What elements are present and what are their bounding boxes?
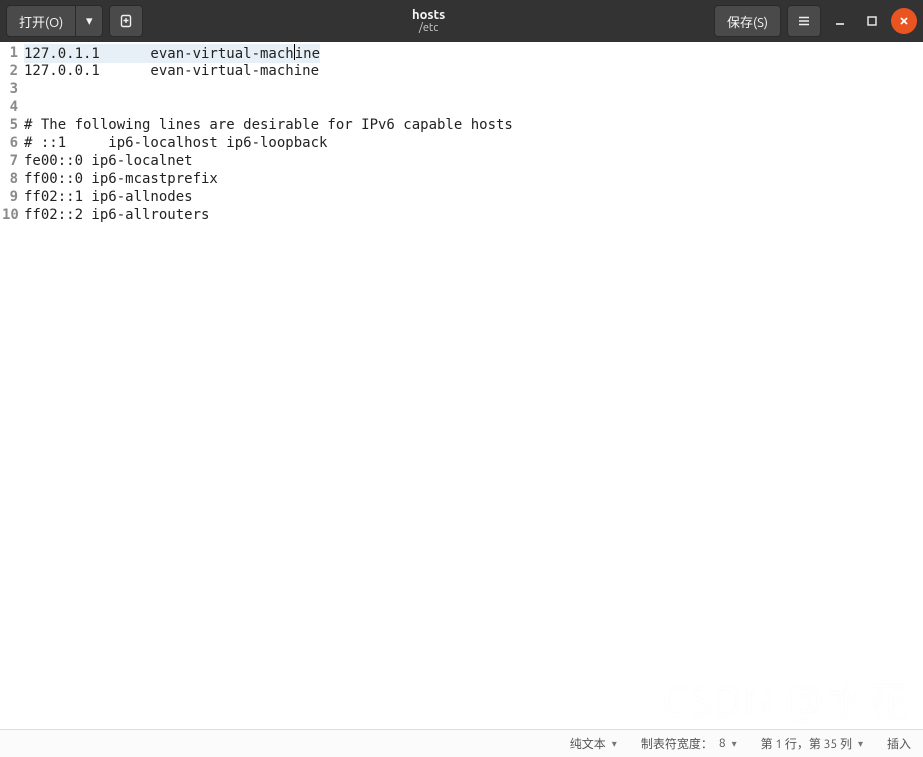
close-icon (897, 14, 911, 28)
maximize-icon (865, 14, 879, 28)
hamburger-icon (796, 13, 812, 29)
insert-mode[interactable]: 插入 (887, 735, 911, 752)
right-controls: 保存(S) (714, 5, 917, 37)
line-number: 7 (2, 152, 18, 170)
editor-line[interactable]: 127.0.0.1 evan-virtual-machine (24, 62, 923, 80)
syntax-selector[interactable]: 纯文本 ▾ (570, 735, 617, 752)
window-title: hosts (149, 8, 708, 22)
save-button-label: 保存(S) (727, 12, 768, 31)
syntax-label: 纯文本 (570, 735, 606, 752)
cursor-position: 第 1 行，第 35 列 (761, 735, 852, 752)
statusbar: 纯文本 ▾ 制表符宽度： 8 ▾ 第 1 行，第 35 列 ▾ 插入 (0, 729, 923, 757)
line-number: 5 (2, 116, 18, 134)
tabwidth-value: 8 (719, 737, 726, 750)
editor-content[interactable]: 127.0.1.1 evan-virtual-machine127.0.0.1 … (22, 42, 923, 729)
save-button[interactable]: 保存(S) (714, 5, 781, 37)
line-number: 2 (2, 62, 18, 80)
line-number: 8 (2, 170, 18, 188)
editor-area[interactable]: 12345678910 127.0.1.1 evan-virtual-machi… (0, 42, 923, 729)
editor-line[interactable]: 127.0.1.1 evan-virtual-machine (24, 44, 923, 62)
new-tab-button[interactable] (109, 5, 143, 37)
editor-line[interactable] (24, 98, 923, 116)
editor-line[interactable]: ff00::0 ip6-mcastprefix (24, 170, 923, 188)
current-line-highlight: 127.0.1.1 evan-virtual-machine (24, 44, 320, 63)
line-number: 6 (2, 134, 18, 152)
line-number: 4 (2, 98, 18, 116)
chevron-down-icon: ▾ (86, 14, 93, 29)
editor-line[interactable]: ff02::2 ip6-allrouters (24, 206, 923, 224)
title-area: hosts /etc (149, 8, 708, 34)
minimize-button[interactable] (827, 8, 853, 34)
line-number: 1 (2, 44, 18, 62)
editor-line[interactable]: # ::1 ip6-localhost ip6-loopback (24, 134, 923, 152)
editor-line[interactable] (24, 80, 923, 98)
insert-mode-label: 插入 (887, 735, 911, 752)
cursor-position-selector[interactable]: 第 1 行，第 35 列 ▾ (761, 735, 863, 752)
editor-line[interactable]: ff02::1 ip6-allnodes (24, 188, 923, 206)
editor-line[interactable]: fe00::0 ip6-localnet (24, 152, 923, 170)
close-button[interactable] (891, 8, 917, 34)
editor-line[interactable]: # The following lines are desirable for … (24, 116, 923, 134)
line-number: 9 (2, 188, 18, 206)
line-number-gutter: 12345678910 (0, 42, 22, 729)
line-number: 3 (2, 80, 18, 98)
chevron-down-icon: ▾ (612, 738, 617, 750)
titlebar: 打开(O) ▾ hosts /etc 保存(S) (0, 0, 923, 42)
line-number: 10 (2, 206, 18, 224)
open-dropdown-button[interactable]: ▾ (75, 5, 103, 37)
chevron-down-icon: ▾ (732, 738, 737, 750)
menu-button[interactable] (787, 5, 821, 37)
tabwidth-selector[interactable]: 制表符宽度： 8 ▾ (641, 735, 737, 752)
minimize-icon (833, 14, 847, 28)
text-cursor (294, 44, 295, 60)
chevron-down-icon: ▾ (858, 738, 863, 750)
tabwidth-label: 制表符宽度： (641, 735, 713, 752)
new-tab-icon (118, 13, 134, 29)
open-button-label: 打开(O) (19, 12, 63, 31)
open-button[interactable]: 打开(O) (6, 5, 75, 37)
window-subtitle: /etc (149, 22, 708, 34)
maximize-button[interactable] (859, 8, 885, 34)
open-button-group: 打开(O) ▾ (6, 5, 103, 37)
